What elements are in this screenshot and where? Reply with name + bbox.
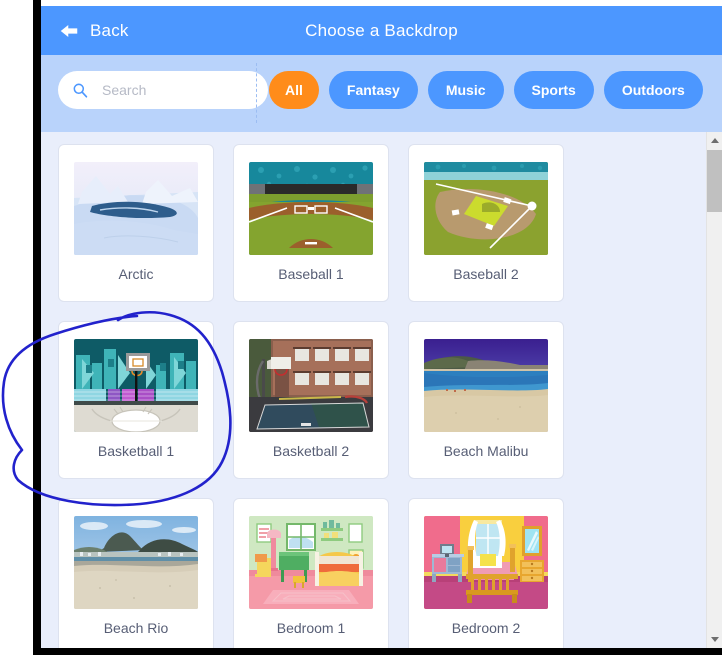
bedroom1-thumb <box>249 516 373 609</box>
category-filters: All Fantasy Music Sports Outdoors <box>269 71 703 109</box>
search-icon <box>73 83 88 98</box>
filter-chip-outdoors[interactable]: Outdoors <box>603 71 703 109</box>
backdrop-card-label: Bedroom 2 <box>451 620 521 636</box>
search-input[interactable] <box>100 81 229 99</box>
backdrop-card[interactable]: Arctic <box>58 144 214 302</box>
baseball2-thumb <box>424 162 548 255</box>
backdrop-card[interactable]: Bedroom 2 <box>408 498 564 648</box>
left-gutter <box>0 0 33 655</box>
basketball2-thumb <box>249 339 373 432</box>
triangle-down-icon <box>711 637 719 642</box>
backdrop-card-label: Baseball 2 <box>453 266 519 282</box>
back-button[interactable]: Back <box>58 6 129 55</box>
backdrop-library-modal: Choose a Backdrop Back AllFantasyMusicSp… <box>41 6 722 648</box>
window-border-bottom <box>33 648 722 655</box>
beachmalibu-thumb <box>424 339 548 432</box>
baseball1-thumb <box>249 162 373 255</box>
backdrop-card-label: Basketball 2 <box>272 443 350 459</box>
backdrop-card-label: Beach Malibu <box>443 443 529 459</box>
backdrop-grid: Arctic Baseball 1 Baseball 2 Basketball … <box>58 144 688 648</box>
backdrop-card[interactable]: Baseball 1 <box>233 144 389 302</box>
scrollbar-thumb[interactable] <box>707 150 722 212</box>
filter-chip-sports[interactable]: Sports <box>513 71 594 109</box>
filter-chip-fantasy[interactable]: Fantasy <box>328 71 418 109</box>
arctic-thumb <box>74 162 198 255</box>
scroll-up-button[interactable] <box>707 132 722 149</box>
beachrio-thumb <box>74 516 198 609</box>
backdrop-card[interactable]: Basketball 1 <box>58 321 214 479</box>
backdrop-grid-viewport[interactable]: Arctic Baseball 1 Baseball 2 Basketball … <box>41 132 706 648</box>
scroll-down-button[interactable] <box>707 631 722 648</box>
basketball1-thumb <box>74 339 198 432</box>
backdrop-card-label: Beach Rio <box>103 620 169 636</box>
filter-bar: AllFantasyMusicSportsOutdoors <box>41 55 722 132</box>
filter-chip-all[interactable]: All <box>269 71 319 109</box>
backdrop-card[interactable]: Basketball 2 <box>233 321 389 479</box>
filter-chip-music[interactable]: Music <box>427 71 504 109</box>
backdrop-card-label: Baseball 1 <box>278 266 344 282</box>
search-box[interactable] <box>58 71 268 109</box>
backdrop-card[interactable]: Bedroom 1 <box>233 498 389 648</box>
bedroom2-thumb <box>424 516 548 609</box>
arrow-left-icon <box>60 24 78 37</box>
window-border-left <box>33 0 41 655</box>
vertical-scrollbar[interactable] <box>706 132 722 648</box>
modal-header: Choose a Backdrop Back <box>41 6 722 55</box>
backdrop-card-label: Bedroom 1 <box>276 620 346 636</box>
backdrop-card-label: Basketball 1 <box>97 443 175 459</box>
backdrop-card-label: Arctic <box>118 266 154 282</box>
backdrop-card[interactable]: Beach Malibu <box>408 321 564 479</box>
backdrop-card[interactable]: Beach Rio <box>58 498 214 648</box>
triangle-up-icon <box>711 138 719 143</box>
back-button-label: Back <box>90 20 129 40</box>
screenshot-root: Choose a Backdrop Back AllFantasyMusicSp… <box>0 0 722 655</box>
filter-divider <box>256 63 257 123</box>
page-title: Choose a Backdrop <box>305 20 458 40</box>
backdrop-card[interactable]: Baseball 2 <box>408 144 564 302</box>
